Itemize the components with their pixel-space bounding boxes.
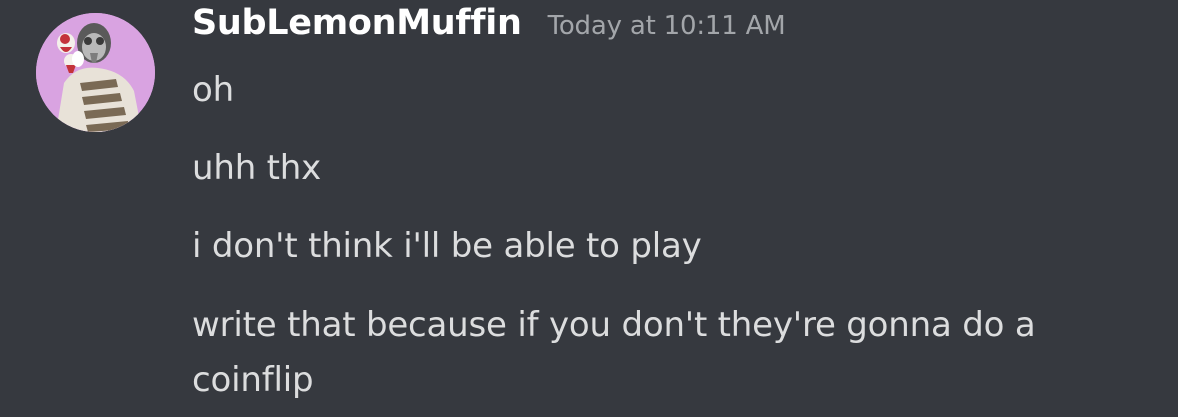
- message-text: i don't think i'll be able to play: [192, 226, 702, 266]
- timestamp: Today at 10:11 AM: [547, 11, 786, 41]
- message-group: SubLemonMuffin Today at 10:11 AM oh uhh …: [0, 0, 1178, 417]
- message-list: oh uhh thx i don't think i'll be able to…: [192, 64, 1132, 417]
- user-avatar-icon[interactable]: [36, 13, 155, 132]
- message-text: uhh thx: [192, 148, 322, 188]
- message-text: oh: [192, 70, 234, 110]
- username[interactable]: SubLemonMuffin: [192, 0, 522, 46]
- message-text: write that because if you don't they're …: [192, 305, 1036, 400]
- message-header: SubLemonMuffin Today at 10:11 AM: [192, 0, 786, 46]
